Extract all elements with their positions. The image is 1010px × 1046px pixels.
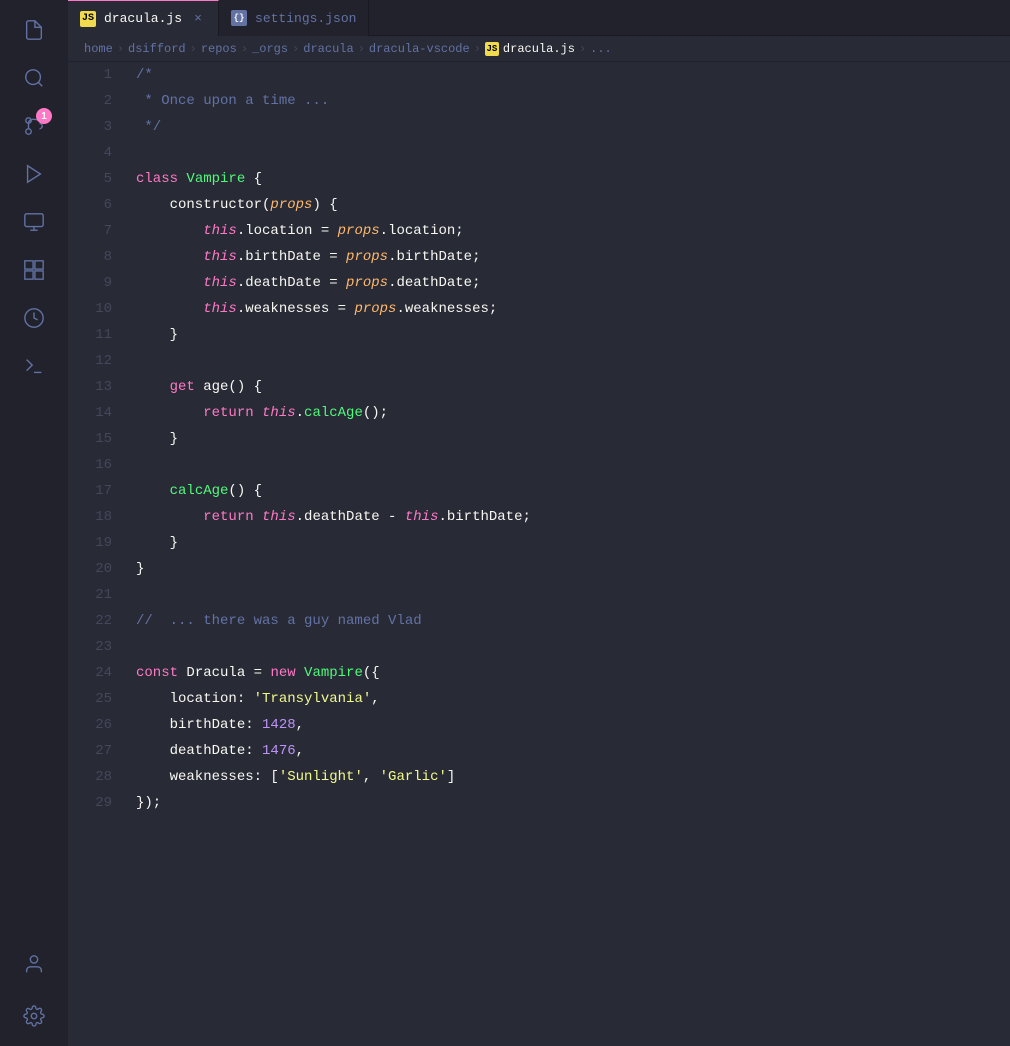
code-line-28: weaknesses: ['Sunlight', 'Garlic'] xyxy=(136,764,1010,790)
code-line-17: calcAge() { xyxy=(136,478,1010,504)
line-numbers: 1 2 3 4 5 6 7 8 9 10 11 12 13 14 15 16 1… xyxy=(68,62,128,1046)
line-num-24: 24 xyxy=(68,660,112,686)
code-line-23 xyxy=(136,634,1010,660)
tab-close-dracula-js[interactable]: × xyxy=(190,11,206,27)
extensions-icon[interactable] xyxy=(12,248,56,292)
code-line-9: this.deathDate = props.deathDate; xyxy=(136,270,1010,296)
search-icon[interactable] xyxy=(12,56,56,100)
files-icon[interactable] xyxy=(12,8,56,52)
activity-bar: 1 xyxy=(0,0,68,1046)
line-num-9: 9 xyxy=(68,270,112,296)
breadcrumb-home[interactable]: home xyxy=(84,42,113,56)
remote-explorer-icon[interactable] xyxy=(12,200,56,244)
code-line-15: } xyxy=(136,426,1010,452)
code-line-6: constructor(props) { xyxy=(136,192,1010,218)
breadcrumb-repos[interactable]: repos xyxy=(201,42,237,56)
code-line-18: return this.deathDate - this.birthDate; xyxy=(136,504,1010,530)
breadcrumb-dsifford[interactable]: dsifford xyxy=(128,42,186,56)
code-line-1: /* xyxy=(136,62,1010,88)
line-num-12: 12 xyxy=(68,348,112,374)
line-num-29: 29 xyxy=(68,790,112,816)
code-line-21 xyxy=(136,582,1010,608)
code-line-3: */ xyxy=(136,114,1010,140)
line-num-23: 23 xyxy=(68,634,112,660)
breadcrumb-sep-6: › xyxy=(474,42,481,56)
line-num-21: 21 xyxy=(68,582,112,608)
code-line-24: const Dracula = new Vampire({ xyxy=(136,660,1010,686)
line-num-3: 3 xyxy=(68,114,112,140)
line-num-13: 13 xyxy=(68,374,112,400)
breadcrumb-sep-1: › xyxy=(117,42,124,56)
code-line-26: birthDate: 1428, xyxy=(136,712,1010,738)
breadcrumb-ellipsis[interactable]: ... xyxy=(590,42,612,56)
code-line-2: * Once upon a time ... xyxy=(136,88,1010,114)
line-num-19: 19 xyxy=(68,530,112,556)
breadcrumb-dracula[interactable]: dracula xyxy=(303,42,353,56)
code-line-12 xyxy=(136,348,1010,374)
line-num-22: 22 xyxy=(68,608,112,634)
code-line-29: }); xyxy=(136,790,1010,816)
line-num-26: 26 xyxy=(68,712,112,738)
editor-main: JS dracula.js × {} settings.json home › … xyxy=(68,0,1010,1046)
code-line-13: get age() { xyxy=(136,374,1010,400)
code-line-22: // ... there was a guy named Vlad xyxy=(136,608,1010,634)
code-line-8: this.birthDate = props.birthDate; xyxy=(136,244,1010,270)
code-line-7: this.location = props.location; xyxy=(136,218,1010,244)
account-icon[interactable] xyxy=(12,942,56,986)
line-num-14: 14 xyxy=(68,400,112,426)
source-control-badge: 1 xyxy=(36,108,52,124)
breadcrumb-sep-4: › xyxy=(292,42,299,56)
line-num-5: 5 xyxy=(68,166,112,192)
code-line-16 xyxy=(136,452,1010,478)
line-num-25: 25 xyxy=(68,686,112,712)
js-file-icon: JS xyxy=(80,11,96,27)
breadcrumb-sep-7: › xyxy=(579,42,586,56)
timeline-icon[interactable] xyxy=(12,296,56,340)
code-content: /* * Once upon a time ... */ class Vampi… xyxy=(128,62,1010,1046)
source-control-icon[interactable]: 1 xyxy=(12,104,56,148)
json-file-icon: {} xyxy=(231,10,247,26)
line-num-20: 20 xyxy=(68,556,112,582)
run-debug-icon[interactable] xyxy=(12,152,56,196)
line-num-17: 17 xyxy=(68,478,112,504)
code-line-5: class Vampire { xyxy=(136,166,1010,192)
breadcrumb: home › dsifford › repos › _orgs › dracul… xyxy=(68,36,1010,62)
line-num-27: 27 xyxy=(68,738,112,764)
code-line-4 xyxy=(136,140,1010,166)
line-num-28: 28 xyxy=(68,764,112,790)
terminal-icon[interactable] xyxy=(12,344,56,388)
code-line-14: return this.calcAge(); xyxy=(136,400,1010,426)
line-num-6: 6 xyxy=(68,192,112,218)
breadcrumb-orgs[interactable]: _orgs xyxy=(252,42,288,56)
code-line-11: } xyxy=(136,322,1010,348)
tab-bar: JS dracula.js × {} settings.json xyxy=(68,0,1010,36)
tab-settings-json[interactable]: {} settings.json xyxy=(219,0,369,36)
line-num-15: 15 xyxy=(68,426,112,452)
code-line-10: this.weaknesses = props.weaknesses; xyxy=(136,296,1010,322)
line-num-8: 8 xyxy=(68,244,112,270)
tab-dracula-js[interactable]: JS dracula.js × xyxy=(68,0,219,36)
tab-label-settings-json: settings.json xyxy=(255,11,356,26)
tab-label-dracula-js: dracula.js xyxy=(104,11,182,26)
line-num-16: 16 xyxy=(68,452,112,478)
line-num-10: 10 xyxy=(68,296,112,322)
breadcrumb-sep-3: › xyxy=(241,42,248,56)
code-line-25: location: 'Transylvania', xyxy=(136,686,1010,712)
code-editor[interactable]: 1 2 3 4 5 6 7 8 9 10 11 12 13 14 15 16 1… xyxy=(68,62,1010,1046)
breadcrumb-sep-2: › xyxy=(190,42,197,56)
line-num-7: 7 xyxy=(68,218,112,244)
breadcrumb-js-icon: JS xyxy=(485,42,499,56)
breadcrumb-dracula-vscode[interactable]: dracula-vscode xyxy=(369,42,470,56)
code-line-19: } xyxy=(136,530,1010,556)
breadcrumb-sep-5: › xyxy=(358,42,365,56)
code-line-27: deathDate: 1476, xyxy=(136,738,1010,764)
line-num-18: 18 xyxy=(68,504,112,530)
line-num-1: 1 xyxy=(68,62,112,88)
line-num-4: 4 xyxy=(68,140,112,166)
code-line-20: } xyxy=(136,556,1010,582)
settings-icon[interactable] xyxy=(12,994,56,1038)
line-num-11: 11 xyxy=(68,322,112,348)
line-num-2: 2 xyxy=(68,88,112,114)
breadcrumb-dracula-js[interactable]: dracula.js xyxy=(503,42,575,56)
